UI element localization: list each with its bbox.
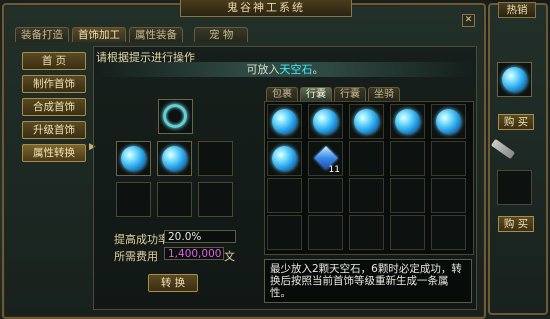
inventory-slot[interactable] [431, 215, 466, 250]
menu-upgrade-jewelry-button[interactable]: 升级首饰 [22, 121, 86, 139]
tab-pet[interactable]: 宠 物 [194, 27, 249, 42]
sky-stone-icon [354, 109, 379, 134]
inventory-slot[interactable] [267, 104, 302, 139]
inventory-slot[interactable] [349, 104, 384, 139]
menu-home-button[interactable]: 首 页 [22, 52, 86, 70]
inventory-tab-bag[interactable]: 包裹 [266, 87, 298, 101]
tab-equipment-forge[interactable]: 装备打造 [15, 27, 69, 42]
window-title: 鬼谷神工系统 [180, 0, 352, 17]
stone-slot-4[interactable] [116, 182, 151, 217]
buy-button-1[interactable]: 购 买 [498, 114, 534, 130]
inventory-slot[interactable] [308, 178, 343, 213]
stone-slot-6[interactable] [198, 182, 233, 217]
sky-stone-icon [313, 109, 338, 134]
success-rate-value: 20.0% [164, 230, 236, 243]
fee-label: 所需费用 [114, 250, 158, 263]
inventory-slot[interactable] [308, 104, 343, 139]
inventory-slot[interactable] [390, 215, 425, 250]
sky-stone-icon [436, 109, 461, 134]
info-suffix: 。 [312, 63, 324, 76]
inventory-slot[interactable] [390, 178, 425, 213]
item-quantity: 11 [328, 165, 340, 175]
hot-sale-title: 热销 [498, 2, 536, 18]
inventory-slot[interactable] [267, 215, 302, 250]
sky-stone-icon [162, 146, 187, 171]
inventory-slot[interactable] [431, 104, 466, 139]
stone-slot-3[interactable] [198, 141, 233, 176]
success-rate-label: 提高成功率 [114, 233, 169, 246]
inventory-slot[interactable] [390, 141, 425, 176]
inventory-slot[interactable] [349, 141, 384, 176]
sky-stone-icon [502, 67, 527, 92]
inventory-slot[interactable] [308, 215, 343, 250]
inventory-slot[interactable] [390, 104, 425, 139]
inventory-slot[interactable] [267, 141, 302, 176]
ring-icon [163, 104, 187, 128]
sky-stone-icon [395, 109, 420, 134]
close-button[interactable]: ✕ [462, 14, 475, 27]
convert-button[interactable]: 转 换 [148, 274, 198, 292]
inventory-tab-mount[interactable]: 坐骑 [368, 87, 400, 101]
stone-slot-1[interactable] [116, 141, 151, 176]
shop-item-slot-1[interactable] [497, 62, 532, 97]
buy-button-2[interactable]: 购 买 [498, 216, 534, 232]
sky-stone-icon [272, 109, 297, 134]
tab-jewelry-craft[interactable]: 首饰加工 [72, 27, 126, 42]
fee-value: 1,400,000 [164, 247, 224, 260]
main-tabs: 装备打造 首饰加工 属性装备 宠 物 [15, 27, 249, 43]
sky-stone-icon [121, 146, 146, 171]
stone-slot-2[interactable] [157, 141, 192, 176]
inventory-slot[interactable]: 11 [308, 141, 343, 176]
fee-unit: 文 [224, 250, 235, 263]
sky-stone-icon [272, 146, 297, 171]
shop-item-slot-2[interactable] [497, 170, 532, 205]
inventory-tab-pack-1[interactable]: 行囊 [300, 87, 332, 101]
inventory-slot[interactable] [267, 178, 302, 213]
menu-make-jewelry-button[interactable]: 制作首饰 [22, 75, 86, 93]
inventory-tab-pack-2[interactable]: 行囊 [334, 87, 366, 101]
inventory-grid: 11 [264, 101, 474, 255]
inventory-tabs: 包裹 行囊 行囊 坐骑 [266, 87, 400, 101]
inventory-slot[interactable] [431, 141, 466, 176]
tab-attribute-equipment[interactable]: 属性装备 [129, 27, 183, 42]
description-text: 最少放入2颗天空石，6颗时必定成功，转换后按照当前首饰等级重新生成一条属性。 [264, 259, 472, 303]
info-prefix: 可放入 [246, 63, 280, 76]
hot-sale-panel [488, 3, 548, 315]
info-bar: 可放入天空石。 [96, 62, 474, 77]
jewelry-slot[interactable] [158, 99, 193, 134]
inventory-slot[interactable] [431, 178, 466, 213]
side-menu: 首 页 制作首饰 合成首饰 升级首饰 属性转换 [22, 52, 86, 167]
inventory-slot[interactable] [349, 178, 384, 213]
inventory-slot[interactable] [349, 215, 384, 250]
stone-slot-5[interactable] [157, 182, 192, 217]
info-highlight: 天空石 [279, 63, 313, 76]
menu-combine-jewelry-button[interactable]: 合成首饰 [22, 98, 86, 116]
menu-attribute-convert-button[interactable]: 属性转换 [22, 144, 86, 162]
